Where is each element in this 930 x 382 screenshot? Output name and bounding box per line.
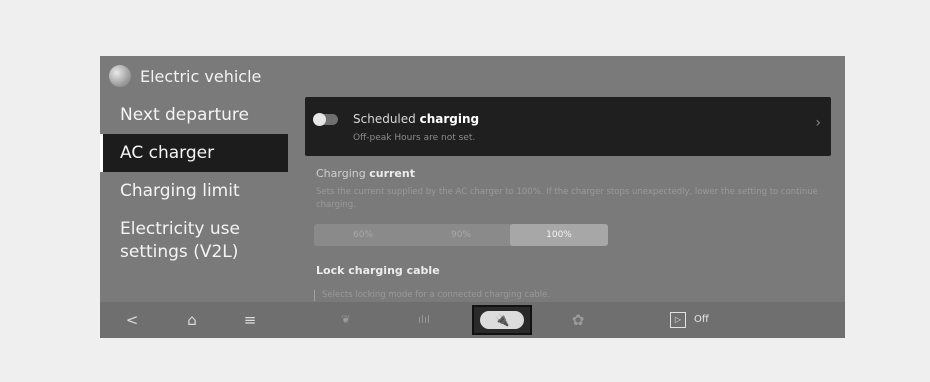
scheduled-charging-toggle[interactable]	[313, 113, 338, 126]
charging-button[interactable]: 🔌	[472, 305, 532, 335]
globe-icon	[109, 65, 131, 87]
charging-current-title: Charging current	[316, 167, 415, 180]
sidebar-item-charging-limit[interactable]: Charging limit	[100, 172, 290, 210]
play-icon[interactable]: ▷	[670, 312, 686, 328]
lock-cable-title: Lock charging cable	[316, 264, 440, 277]
eco-icon[interactable]: ❦	[334, 302, 358, 338]
desc-divider	[314, 290, 315, 301]
current-option-100[interactable]: 100%	[510, 224, 608, 246]
lock-cable-description: Selects locking mode for a connected cha…	[322, 290, 551, 300]
menu-icon[interactable]: ≡	[240, 302, 260, 338]
scheduled-title-prefix: Scheduled	[353, 112, 420, 126]
plug-icon: 🔌	[480, 311, 524, 329]
sidebar-item-ac-charger[interactable]: AC charger	[100, 134, 288, 172]
media-status: Off	[694, 314, 709, 325]
app-title: Electric vehicle	[140, 66, 262, 86]
back-icon[interactable]: <	[122, 302, 142, 338]
scheduled-charging-subtitle: Off-peak Hours are not set.	[353, 133, 476, 143]
chevron-right-icon: ›	[815, 115, 821, 131]
charging-current-bold: current	[369, 167, 415, 180]
sidebar-item-next-departure[interactable]: Next departure	[100, 96, 290, 134]
home-icon[interactable]: ⌂	[182, 302, 202, 338]
sidebar: Next departure AC charger Charging limit…	[100, 96, 290, 270]
stats-icon[interactable]: ılıl	[412, 302, 436, 338]
charging-current-selector: 60% 90% 100%	[314, 224, 608, 246]
scheduled-title-bold: charging	[419, 112, 480, 126]
charging-current-description: Sets the current supplied by the AC char…	[316, 187, 818, 210]
current-option-60[interactable]: 60%	[314, 224, 412, 246]
current-option-90[interactable]: 90%	[412, 224, 510, 246]
top-bar: Electric vehicle	[100, 56, 845, 96]
sidebar-item-electricity-use[interactable]: Electricity use settings (V2L)	[100, 210, 290, 270]
ev-screen: Electric vehicle Next departure AC charg…	[100, 56, 845, 338]
settings-icon[interactable]: ✿	[566, 302, 590, 338]
scheduled-charging-card[interactable]: Scheduled charging Off-peak Hours are no…	[305, 97, 831, 156]
charging-current-prefix: Charging	[316, 167, 370, 180]
scheduled-charging-title: Scheduled charging	[353, 112, 479, 126]
bottom-bar: < ⌂ ≡ ❦ ılıl 🔌 ✿ ▷ Off	[100, 302, 845, 338]
lock-cable-title-text: Lock charging cable	[316, 264, 440, 277]
